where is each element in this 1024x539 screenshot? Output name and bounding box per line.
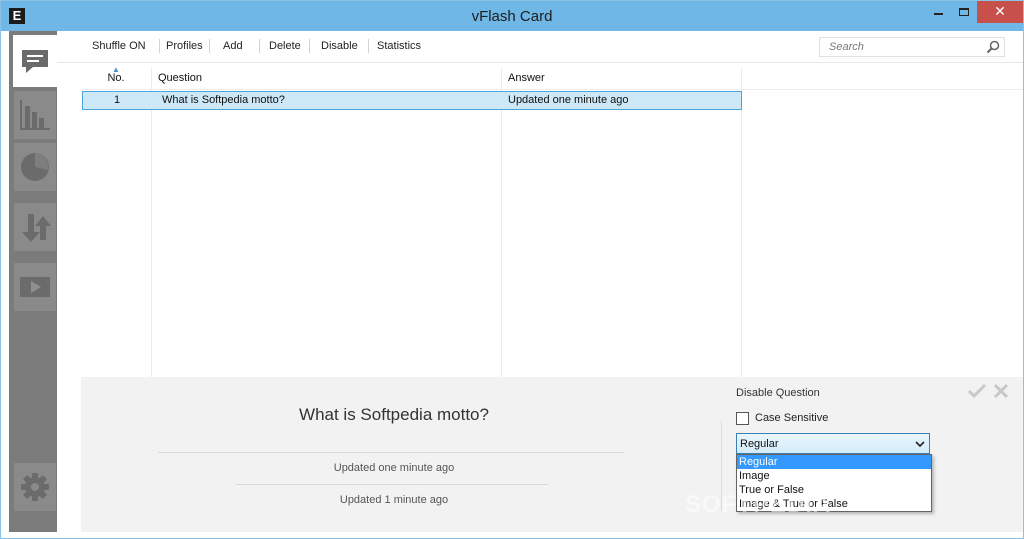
table-row[interactable]: 1 What is Softpedia motto? Updated one m… bbox=[82, 91, 742, 110]
delete-button[interactable]: Delete bbox=[269, 39, 301, 53]
column-header-answer[interactable]: Answer bbox=[501, 67, 741, 90]
close-icon: ✕ bbox=[994, 3, 1006, 19]
column-divider bbox=[151, 67, 152, 377]
toolbar-separator bbox=[309, 39, 310, 53]
close-icon[interactable] bbox=[993, 383, 1009, 399]
alternate-answer-preview[interactable]: Updated 1 minute ago bbox=[81, 494, 707, 506]
minimize-icon bbox=[933, 13, 943, 15]
column-header-question[interactable]: Question bbox=[151, 67, 501, 90]
bar-chart-icon bbox=[20, 100, 50, 130]
dropdown-option-image[interactable]: Image bbox=[737, 469, 931, 483]
play-icon bbox=[20, 277, 50, 297]
card-editor-panel: What is Softpedia motto? Updated one min… bbox=[81, 377, 1023, 532]
app-window: E vFlash Card ✕ Shuffle ON Profiles Add … bbox=[0, 0, 1024, 539]
search-box[interactable]: Search bbox=[819, 37, 1005, 57]
import-export-icon bbox=[22, 214, 51, 242]
case-sensitive-label[interactable]: Case Sensitive bbox=[755, 412, 828, 424]
maximize-icon bbox=[959, 8, 969, 16]
sidebar-item-play[interactable] bbox=[14, 263, 56, 311]
disable-question-label[interactable]: Disable Question bbox=[736, 387, 820, 399]
column-divider bbox=[501, 67, 502, 377]
divider bbox=[236, 484, 548, 485]
toolbar-separator bbox=[209, 39, 210, 53]
main-content: Shuffle ON Profiles Add Delete Disable S… bbox=[57, 31, 1023, 532]
search-icon[interactable] bbox=[986, 40, 1000, 54]
chevron-down-icon bbox=[915, 441, 925, 448]
sidebar-item-statistics[interactable] bbox=[14, 91, 56, 139]
question-preview[interactable]: What is Softpedia motto? bbox=[81, 405, 707, 425]
checkmark-icon[interactable] bbox=[967, 382, 987, 400]
toolbar-separator bbox=[368, 39, 369, 53]
toolbar: Shuffle ON Profiles Add Delete Disable S… bbox=[57, 31, 1023, 63]
sidebar-item-reports[interactable] bbox=[14, 143, 56, 191]
question-type-value: Regular bbox=[740, 438, 779, 450]
question-type-select[interactable]: Regular bbox=[736, 433, 930, 454]
cards-table: ▲ No. Question Answer 1 What is Softpedi… bbox=[81, 65, 1023, 377]
pie-chart-icon bbox=[21, 153, 49, 181]
title-bar[interactable]: E vFlash Card ✕ bbox=[1, 1, 1023, 31]
maximize-button[interactable] bbox=[951, 1, 977, 23]
column-divider bbox=[741, 67, 742, 377]
sidebar-item-settings[interactable] bbox=[14, 463, 56, 511]
answer-preview[interactable]: Updated one minute ago bbox=[81, 462, 707, 474]
row-number: 1 bbox=[113, 94, 121, 106]
column-header-number[interactable]: No. bbox=[81, 67, 151, 90]
toolbar-separator bbox=[159, 39, 160, 53]
column-header-filler bbox=[741, 67, 1023, 90]
row-answer: Updated one minute ago bbox=[508, 94, 629, 106]
divider bbox=[158, 452, 624, 453]
search-input[interactable]: Search bbox=[829, 41, 864, 53]
dropdown-option-regular[interactable]: Regular bbox=[737, 455, 931, 469]
sidebar-item-cards[interactable] bbox=[13, 35, 57, 87]
add-button[interactable]: Add bbox=[223, 39, 243, 53]
sidebar-item-import-export[interactable] bbox=[14, 203, 56, 251]
sidebar bbox=[9, 31, 57, 532]
cards-icon bbox=[22, 50, 48, 73]
settings-icon bbox=[21, 473, 49, 501]
disable-button[interactable]: Disable bbox=[321, 39, 358, 53]
statistics-button[interactable]: Statistics bbox=[377, 39, 421, 53]
watermark: SOFTPEDIA bbox=[685, 491, 832, 518]
close-button[interactable]: ✕ bbox=[977, 1, 1023, 23]
profiles-button[interactable]: Profiles bbox=[166, 39, 203, 53]
toolbar-separator bbox=[259, 39, 260, 53]
case-sensitive-checkbox[interactable] bbox=[736, 412, 749, 425]
window-title: vFlash Card bbox=[471, 8, 553, 25]
shuffle-button[interactable]: Shuffle ON bbox=[92, 39, 146, 53]
minimize-button[interactable] bbox=[925, 1, 951, 23]
row-question: What is Softpedia motto? bbox=[162, 94, 285, 106]
